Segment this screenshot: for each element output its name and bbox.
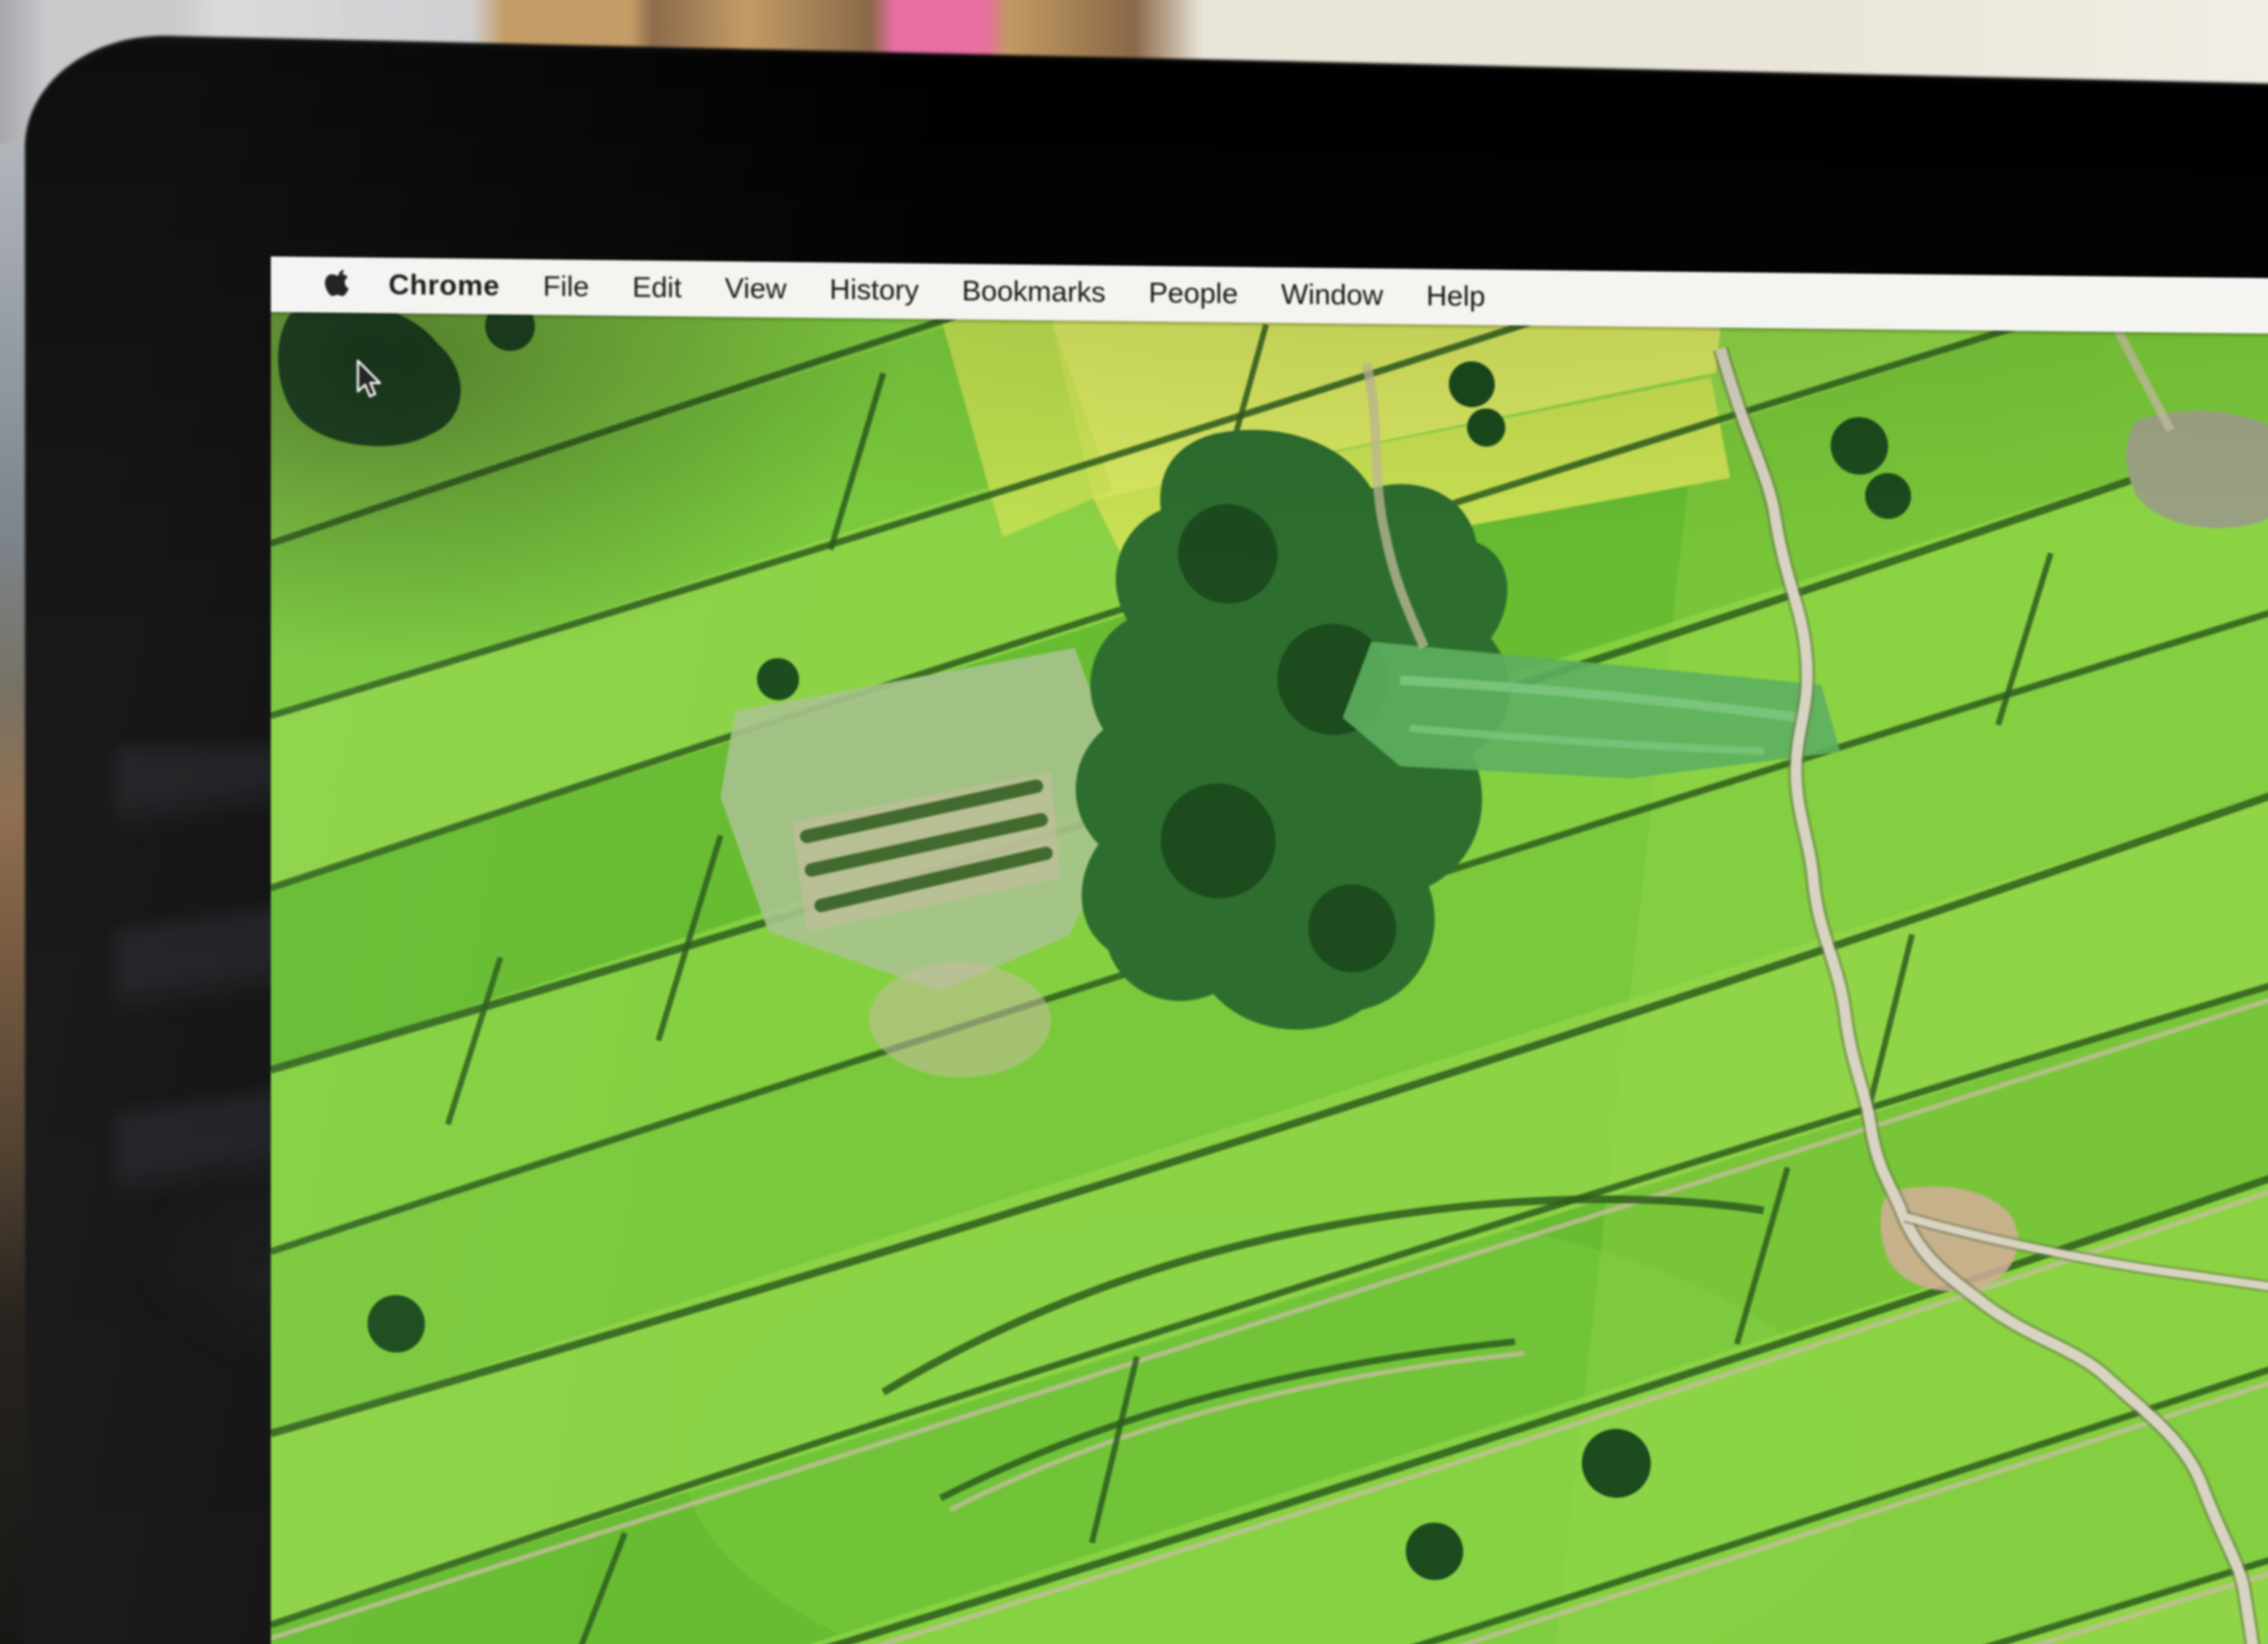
screen: Chrome File Edit View History Bookmarks … [271, 256, 2268, 1644]
menu-edit[interactable]: Edit [633, 272, 682, 305]
menu-view[interactable]: View [724, 273, 786, 306]
menu-history[interactable]: History [830, 274, 919, 307]
menu-window[interactable]: Window [1281, 278, 1384, 312]
photo-of-imac-display: Chrome File Edit View History Bookmarks … [0, 0, 2268, 1644]
desktop-wallpaper [271, 256, 2268, 1644]
menu-help[interactable]: Help [1426, 280, 1485, 314]
menu-file[interactable]: File [543, 271, 589, 304]
menu-bookmarks[interactable]: Bookmarks [962, 276, 1105, 310]
apple-icon[interactable] [324, 270, 350, 300]
menu-chrome[interactable]: Chrome [389, 269, 500, 302]
mouse-cursor [355, 359, 391, 403]
menu-people[interactable]: People [1148, 278, 1237, 311]
